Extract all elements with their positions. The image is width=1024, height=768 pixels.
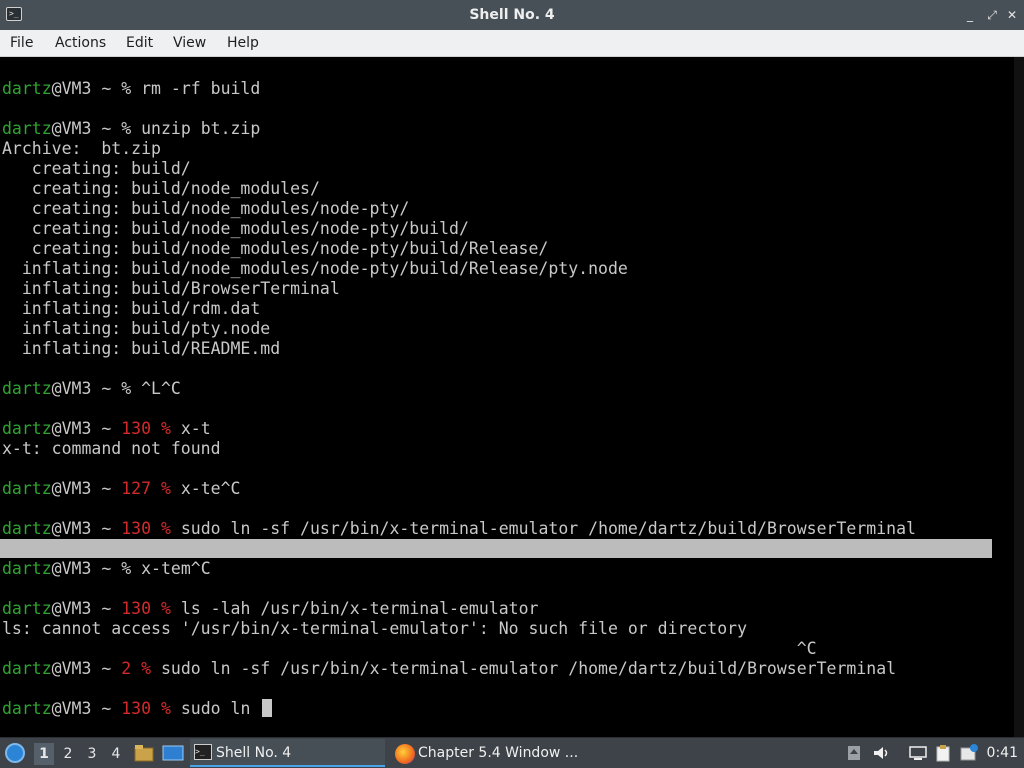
terminal-line: inflating: build/README.md [2, 339, 281, 358]
terminal-line: dartz@VM3 ~ 2 % sudo ln -sf /usr/bin/x-t… [2, 659, 897, 678]
terminal-line: creating: build/node_modules/node-pty/ [2, 199, 410, 218]
menu-edit[interactable]: Edit [124, 30, 155, 57]
terminal-line: creating: build/node_modules/node-pty/bu… [2, 219, 469, 238]
volume-icon[interactable] [872, 744, 890, 762]
show-desktop-icon[interactable] [162, 744, 184, 762]
clock[interactable]: 0:41 [987, 738, 1018, 768]
title-bar: >_ Shell No. 4 _ ⤢ ✕ [0, 0, 1024, 30]
task-shell-no-4[interactable]: >_ Shell No. 4 [190, 739, 385, 767]
terminal-line: creating: build/ [2, 159, 191, 178]
menu-file[interactable]: File [8, 30, 35, 57]
terminal-line: dartz@VM3 ~ % unzip bt.zip [2, 119, 261, 138]
taskbar: 1 2 3 4 >_ Shell No. 4 Chapter 5.4 Windo… [0, 737, 1024, 768]
terminal-line: dartz@VM3 ~ 130 % ls -lah /usr/bin/x-ter… [2, 599, 539, 618]
workspace-1[interactable]: 1 [34, 743, 54, 765]
notification-icon[interactable] [960, 744, 978, 762]
clipboard-icon[interactable] [934, 744, 952, 762]
terminal-line: ls: cannot access '/usr/bin/x-terminal-e… [2, 619, 748, 638]
task-chapter-window[interactable]: Chapter 5.4 Window ... [392, 739, 592, 767]
close-icon[interactable]: ✕ [1004, 7, 1020, 23]
menu-view[interactable]: View [171, 30, 208, 57]
terminal-app-icon[interactable]: >_ [6, 7, 22, 21]
terminal-line: creating: build/node_modules/ [2, 179, 320, 198]
task-label: Shell No. 4 [216, 745, 292, 761]
terminal-line: creating: build/node_modules/node-pty/bu… [2, 239, 549, 258]
workspace-4[interactable]: 4 [106, 743, 126, 765]
menu-help[interactable]: Help [225, 30, 261, 57]
file-manager-icon[interactable] [134, 744, 154, 762]
terminal-line: dartz@VM3 ~ % rm -rf build [2, 79, 261, 98]
menu-bar: File Actions Edit View Help [0, 30, 1024, 57]
terminal-line: dartz@VM3 ~ 130 % x-t [2, 419, 211, 438]
terminal-line: dartz@VM3 ~ 130 % sudo ln -sf /usr/bin/x… [2, 519, 916, 538]
window-title: Shell No. 4 [469, 7, 555, 23]
minimize-icon[interactable]: _ [962, 7, 978, 23]
task-label: Chapter 5.4 Window ... [418, 745, 579, 761]
terminal-line: dartz@VM3 ~ % ^L^C [2, 379, 181, 398]
start-menu-icon[interactable] [5, 743, 25, 763]
workspace-2[interactable]: 2 [58, 743, 78, 765]
terminal-line: inflating: build/BrowserTerminal [2, 279, 340, 298]
terminal-line: ^C [2, 639, 817, 658]
terminal-line: dartz@VM3 ~ 130 % sudo ln [2, 699, 273, 719]
update-arrow-icon[interactable] [845, 744, 863, 762]
menu-actions[interactable]: Actions [53, 30, 108, 57]
terminal-line: Archive: bt.zip [2, 139, 161, 158]
workspace-3[interactable]: 3 [82, 743, 102, 765]
terminal-line: inflating: build/node_modules/node-pty/b… [2, 259, 628, 278]
selection-highlight [0, 539, 992, 558]
terminal-output[interactable]: dartz@VM3 ~ % rm -rf build dartz@VM3 ~ %… [0, 57, 1024, 737]
maximize-icon[interactable]: ⤢ [984, 7, 1000, 23]
terminal-line: dartz@VM3 ~ 127 % x-te^C [2, 479, 241, 498]
firefox-icon [395, 744, 415, 764]
terminal-line: dartz@VM3 ~ % x-tem^C [2, 559, 211, 578]
terminal-line: x-t: command not found [2, 439, 221, 458]
terminal-scrollbar[interactable] [1014, 57, 1024, 737]
terminal-icon: >_ [194, 744, 212, 760]
terminal-line: inflating: build/rdm.dat [2, 299, 261, 318]
network-icon[interactable] [908, 744, 928, 762]
terminal-line: inflating: build/pty.node [2, 319, 271, 338]
text-cursor [262, 699, 273, 717]
